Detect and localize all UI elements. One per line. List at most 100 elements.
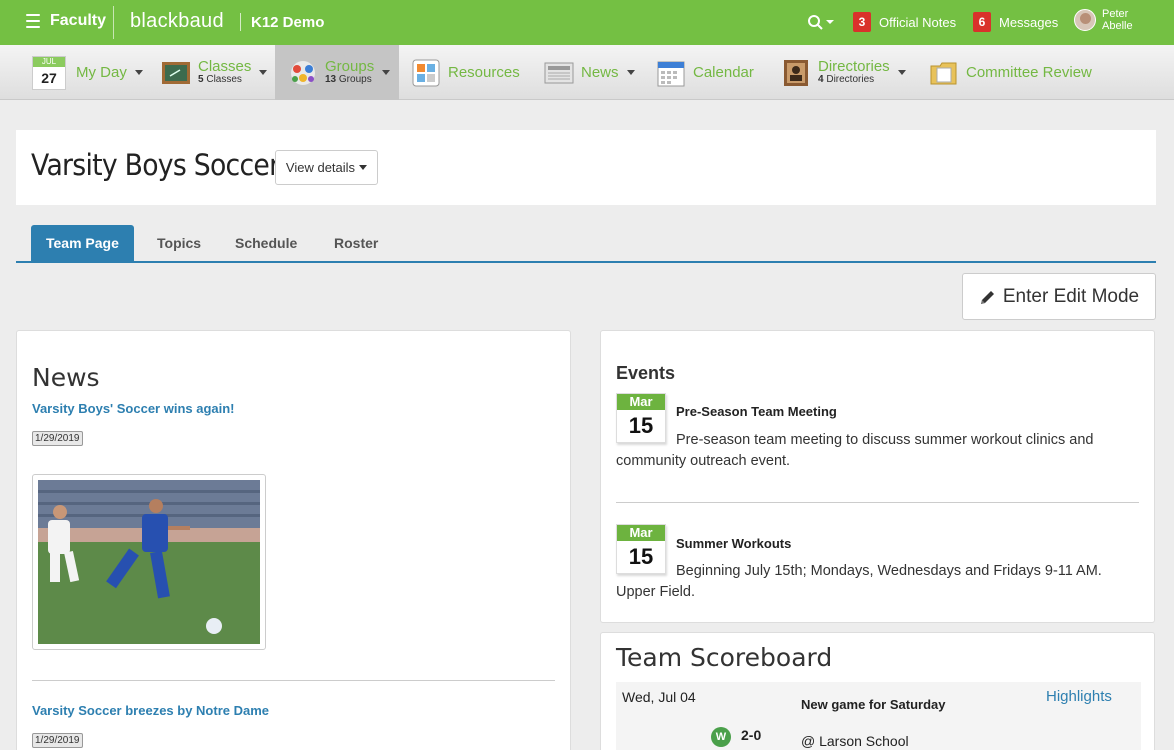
nav-sublabel: 5 Classes (198, 74, 251, 86)
pencil-icon (980, 290, 994, 304)
messages-count: 6 (973, 12, 991, 32)
news-item-link[interactable]: Varsity Boys' Soccer wins again! (32, 401, 235, 416)
event-description: Beginning July 15th; Mondays, Wednesdays… (616, 563, 1102, 600)
game-title: New game for Saturday (801, 697, 946, 712)
news-date: 1/29/2019 (32, 733, 83, 748)
nav-label: Groups (325, 57, 375, 75)
user-menu[interactable]: Peter Abelle (1074, 8, 1133, 32)
classes-sublabel: Classes (206, 73, 242, 85)
my-day-month: JUL (33, 56, 65, 67)
folder-icon (928, 58, 960, 88)
chevron-down-icon[interactable] (259, 70, 268, 75)
user-name: Peter Abelle (1102, 8, 1133, 32)
nav-sublabel: 13 Groups (325, 74, 374, 86)
tab-team-page[interactable]: Team Page (31, 225, 134, 261)
event-month: Mar (617, 525, 665, 541)
nav-label: Calendar (693, 64, 754, 81)
view-details-label: View details (285, 160, 356, 175)
nav-resources[interactable]: Resources (410, 45, 520, 100)
tab-schedule[interactable]: Schedule (220, 225, 312, 261)
game-row: Wed, Jul 04 New game for Saturday Highli… (616, 682, 1141, 750)
nav-label: My Day (76, 64, 127, 81)
nav-label: Resources (448, 64, 520, 81)
nav-label: News (581, 64, 619, 81)
events-heading: Events (616, 363, 676, 383)
user-last-name: Abelle (1102, 20, 1133, 32)
avatar (1074, 9, 1096, 31)
game-opponent: @ Larson School (801, 733, 909, 749)
directories-count: 4 (818, 73, 824, 85)
calendar-icon (655, 58, 687, 88)
divider (616, 502, 1139, 503)
edit-mode-label: Enter Edit Mode (1002, 285, 1140, 307)
event-title[interactable]: Pre-Season Team Meeting (676, 404, 837, 419)
newspaper-icon (543, 58, 575, 88)
directories-sublabel: Directories (826, 73, 875, 85)
group-tabs: Team Page Topics Schedule Roster (16, 225, 1156, 263)
my-day-date: 27 (41, 69, 57, 86)
divider (113, 6, 114, 39)
divider (32, 680, 555, 681)
search-icon (808, 15, 834, 30)
nav-label: Directories (818, 57, 890, 75)
nav-sublabel: 4 Directories (818, 74, 890, 86)
classes-count: 5 (198, 73, 204, 85)
official-notes-label: Official Notes (879, 14, 957, 30)
menu-icon[interactable] (26, 14, 40, 28)
official-notes-link[interactable]: 3 Official Notes (853, 12, 956, 32)
chalkboard-icon (160, 58, 192, 88)
messages-link[interactable]: 6 Messages (973, 12, 1058, 32)
main-nav: JUL 27 My Day Classes 5 Classes Groups 1… (0, 45, 1174, 100)
scoreboard-heading: Team Scoreboard (616, 643, 833, 672)
news-date: 1/29/2019 (32, 431, 83, 446)
event-title[interactable]: Summer Workouts (676, 536, 791, 551)
news-heading: News (32, 363, 100, 392)
groups-icon (287, 58, 319, 88)
divider (240, 13, 241, 31)
resources-icon (410, 58, 442, 88)
view-details-button[interactable]: View details (275, 150, 378, 185)
groups-sublabel: Groups (338, 73, 372, 85)
environment-label: K12 Demo (251, 14, 325, 31)
nav-news[interactable]: News (543, 45, 635, 100)
brand-logo[interactable]: blackbaud (130, 10, 224, 33)
chevron-down-icon[interactable] (897, 70, 906, 75)
nav-committee-review[interactable]: Committee Review (928, 45, 1092, 100)
chevron-down-icon[interactable] (134, 70, 143, 75)
group-header: Varsity Boys Soccer View details (16, 130, 1156, 205)
game-date: Wed, Jul 04 (622, 689, 696, 705)
game-score: 2-0 (741, 727, 762, 743)
top-bar: Faculty blackbaud K12 Demo 3 Official No… (0, 0, 1174, 45)
tab-roster[interactable]: Roster (319, 225, 393, 261)
tab-topics[interactable]: Topics (142, 225, 216, 261)
nav-directories[interactable]: Directories 4 Directories (780, 45, 906, 100)
groups-count: 13 (325, 73, 337, 85)
soccer-photo (38, 480, 260, 644)
nav-groups[interactable]: Groups 13 Groups (275, 45, 399, 100)
event-description: Pre-season team meeting to discuss summe… (616, 432, 1094, 469)
official-notes-count: 3 (853, 12, 871, 32)
win-badge: W (711, 727, 731, 747)
events-panel: Events Mar 15 Pre-Season Team Meeting Pr… (600, 330, 1155, 623)
chevron-down-icon[interactable] (382, 70, 391, 75)
scoreboard-panel: Team Scoreboard Wed, Jul 04 New game for… (600, 632, 1155, 750)
news-item-link[interactable]: Varsity Soccer breezes by Notre Dame (32, 703, 269, 718)
calendar-day-icon: JUL 27 (32, 55, 66, 90)
nav-label: Classes (198, 57, 252, 75)
messages-label: Messages (999, 14, 1059, 30)
event-month: Mar (617, 394, 665, 410)
directory-icon (780, 58, 812, 88)
page-title: Varsity Boys Soccer (31, 148, 280, 182)
highlights-link[interactable]: Highlights (1046, 688, 1112, 705)
role-switcher[interactable]: Faculty (50, 12, 106, 30)
news-panel: News Varsity Boys' Soccer wins again! 1/… (16, 330, 571, 750)
user-first-name: Peter (1102, 8, 1129, 20)
nav-classes[interactable]: Classes 5 Classes (160, 45, 268, 100)
search-button[interactable] (806, 13, 836, 33)
news-photo[interactable] (32, 474, 266, 650)
nav-calendar[interactable]: Calendar (655, 45, 754, 100)
nav-my-day[interactable]: JUL 27 My Day (32, 45, 143, 100)
chevron-down-icon[interactable] (626, 70, 635, 75)
chevron-down-icon (359, 165, 368, 170)
enter-edit-mode-button[interactable]: Enter Edit Mode (962, 273, 1156, 320)
